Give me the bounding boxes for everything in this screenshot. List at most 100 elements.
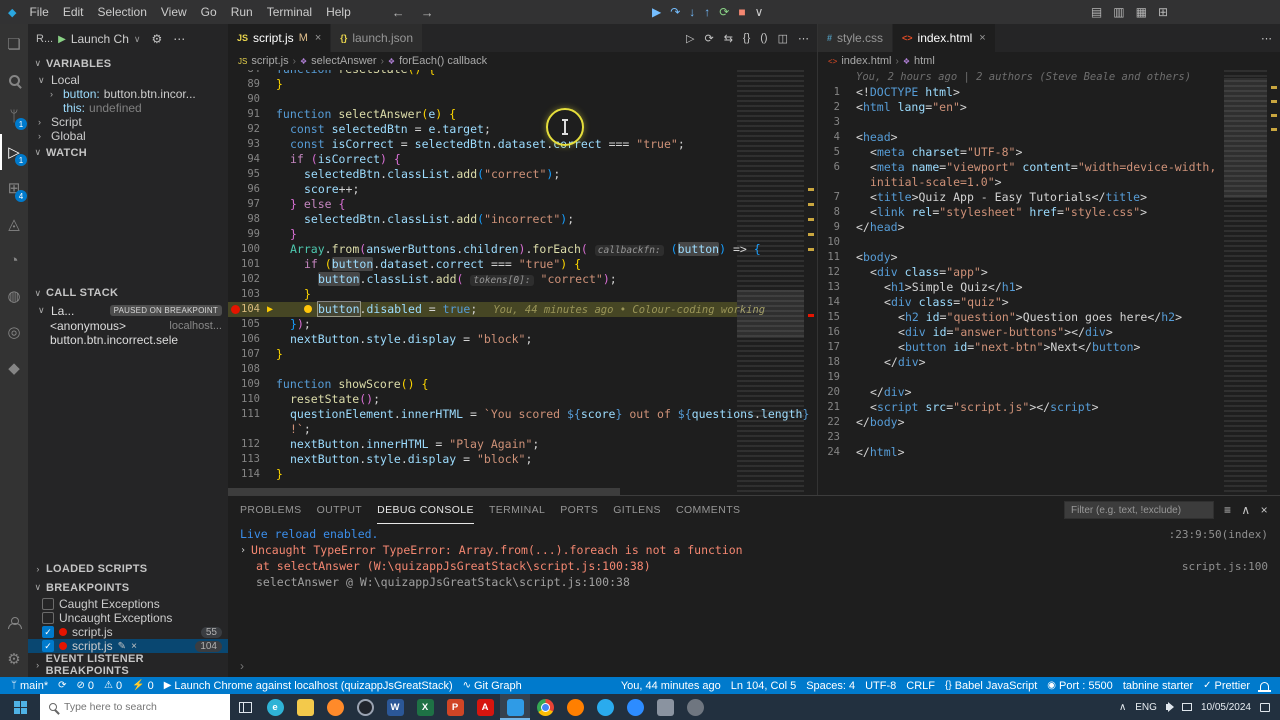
notification-center-icon[interactable]	[1260, 702, 1270, 712]
activity-settings[interactable]: ⚙	[0, 641, 28, 677]
call-stack-session[interactable]: ∨ La... PAUSED ON BREAKPOINT	[28, 303, 228, 319]
menu-help[interactable]: Help	[319, 0, 358, 24]
variable-row[interactable]: this: undefined	[28, 101, 228, 115]
menu-go[interactable]: Go	[194, 0, 224, 24]
code-line-3[interactable]: 3	[818, 115, 1224, 130]
tab-launch-json[interactable]: {} launch.json	[331, 24, 424, 52]
loaded-scripts-section-header[interactable]: › LOADED SCRIPTS	[28, 559, 228, 578]
status-sync[interactable]: ⟳	[53, 677, 71, 694]
code-line-111[interactable]: 111 questionElement.innerHTML = `You scor…	[228, 407, 809, 422]
code-line-110[interactable]: 110 resetState();	[228, 392, 737, 407]
code-line-97[interactable]: 97} else {	[228, 197, 737, 212]
activity-search[interactable]	[0, 62, 28, 98]
breadcrumb-item[interactable]: index.html	[841, 55, 891, 67]
start-button[interactable]	[0, 694, 40, 720]
code-line-106[interactable]: 106 nextButton.style.display = "block";	[228, 332, 737, 347]
start-debug-button[interactable]: ▶	[58, 34, 66, 45]
debug-step-out-button[interactable]: ↑	[704, 5, 710, 19]
language-indicator[interactable]: ENG	[1135, 702, 1157, 713]
taskbar-powerpoint-icon[interactable]: P	[440, 694, 470, 720]
activity-extensions[interactable]: ⊞ 4	[0, 170, 28, 206]
event-listener-breakpoints-section-header[interactable]: › EVENT LISTENER BREAKPOINTS	[28, 653, 228, 677]
horizontal-scrollbar[interactable]	[228, 488, 620, 495]
breakpoint-checkbox[interactable]: ✓	[42, 640, 54, 652]
menu-edit[interactable]: Edit	[56, 0, 91, 24]
maximize-panel-icon[interactable]: ∧	[1241, 503, 1250, 517]
code-line-95[interactable]: 95 selectedBtn.classList.add("correct");	[228, 167, 737, 182]
close-icon[interactable]: ×	[979, 32, 985, 44]
code-line-19[interactable]: 19	[818, 370, 1224, 385]
source-link[interactable]: :23:9:50(index)	[1169, 528, 1268, 541]
variables-scope-local[interactable]: ∨ Local	[28, 73, 228, 87]
taskbar-edge-icon[interactable]: e	[260, 694, 290, 720]
toggle-panel-icon[interactable]: ▤	[1091, 5, 1102, 19]
code-line-17[interactable]: 17 <button id="next-btn">Next</button>	[818, 340, 1224, 355]
console-line[interactable]: › Uncaught TypeError TypeError: Array.fro…	[240, 542, 1268, 558]
code-line-16[interactable]: 16 <div id="answer-buttons"></div>	[818, 325, 1224, 340]
taskbar-task-view-icon[interactable]	[230, 694, 260, 720]
panel-tab-problems[interactable]: PROBLEMS	[240, 496, 302, 524]
more-actions-icon[interactable]: ⋯	[1261, 32, 1272, 45]
close-panel-icon[interactable]: ×	[1261, 503, 1268, 517]
code-line-100[interactable]: 100 Array.from(answerButtons.children).fo…	[228, 242, 761, 257]
code-line-wrap[interactable]: initial-scale=1.0">	[818, 175, 1224, 190]
code-line-91[interactable]: 91 function selectAnswer(e) {	[228, 107, 737, 122]
tab-index-html[interactable]: <> index.html ×	[893, 24, 996, 52]
console-filter-input[interactable]	[1063, 501, 1214, 519]
status-notifications[interactable]	[1255, 677, 1274, 694]
breakpoints-section-header[interactable]: ∨ BREAKPOINTS	[28, 578, 228, 597]
code-line-90[interactable]: 90	[228, 92, 737, 107]
activity-explorer[interactable]: ❏	[0, 26, 28, 62]
forward-icon[interactable]: →	[421, 5, 434, 20]
code-line-23[interactable]: 23	[818, 430, 1224, 445]
status-indentation[interactable]: Spaces: 4	[801, 677, 860, 694]
code-line-1[interactable]: 1 <!DOCTYPE html>	[818, 85, 1224, 100]
status-live-server-port[interactable]: ◉ Port : 5500	[1042, 677, 1118, 694]
debug-continue-button[interactable]: ▶	[652, 5, 661, 19]
back-icon[interactable]: ←	[392, 5, 405, 20]
breadcrumb-item[interactable]: selectAnswer	[311, 55, 376, 67]
chevron-down-icon[interactable]: ∨	[134, 34, 141, 45]
status-debug-launch-config[interactable]: ▶ Launch Chrome against localhost (quizap…	[159, 677, 458, 694]
taskbar-vlc-icon[interactable]	[560, 694, 590, 720]
status-git-branch[interactable]: ᛘ main*	[6, 677, 53, 694]
code-line-104[interactable]: 104 ▶ button.disabled = true; You, 44 minut…	[228, 301, 765, 317]
debug-more-button[interactable]: ∨	[755, 5, 764, 19]
code-line-93[interactable]: 93 const isCorrect = selectedBtn.dataset.…	[228, 137, 737, 152]
variable-row[interactable]: › button: button.btn.incor...	[28, 87, 228, 101]
status-prettier[interactable]: ✓ Prettier	[1198, 677, 1255, 694]
watch-section-header[interactable]: ∨ WATCH	[28, 143, 228, 162]
taskbar-telegram-icon[interactable]	[590, 694, 620, 720]
minimap-slider[interactable]	[737, 290, 804, 338]
code-line-11[interactable]: 11 <body>	[818, 250, 1224, 265]
taskbar-excel-icon[interactable]: X	[410, 694, 440, 720]
taskbar-firefox-icon[interactable]	[320, 694, 350, 720]
code-line-21[interactable]: 21 <script src="script.js"></script>	[818, 400, 1224, 415]
breakpoint-row[interactable]: Uncaught Exceptions	[28, 611, 228, 625]
taskbar-settings-app-icon[interactable]	[680, 694, 710, 720]
variables-scope-script[interactable]: › Script	[28, 115, 228, 129]
volume-icon[interactable]	[1165, 702, 1174, 712]
tray-expand-icon[interactable]: ∧	[1119, 702, 1126, 713]
clock-date[interactable]: 10/05/2024	[1201, 702, 1251, 713]
code-line-105[interactable]: 105});	[228, 317, 737, 332]
taskbar-vscode-icon[interactable]	[500, 694, 530, 720]
code-line-102[interactable]: 102 button.classList.add( tokens[0]: "cor…	[228, 272, 737, 287]
debug-step-into-button[interactable]: ↓	[689, 5, 695, 19]
taskbar-file-explorer-icon[interactable]	[290, 694, 320, 720]
debug-console-input-prompt[interactable]: ›	[240, 659, 244, 673]
call-stack-frame[interactable]: <anonymous> localhost...	[28, 319, 228, 333]
menu-selection[interactable]: Selection	[91, 0, 154, 24]
live-reload-icon[interactable]: ⟳	[704, 32, 713, 45]
activity-live-share[interactable]: ◎	[0, 314, 28, 350]
console-log-braces-icon[interactable]: {}	[743, 32, 750, 44]
panel-tab-terminal[interactable]: TERMINAL	[489, 496, 545, 524]
code-line-109[interactable]: 109 function showScore() {	[228, 377, 737, 392]
breakpoint-row[interactable]: Caught Exceptions	[28, 597, 228, 611]
split-editor-icon[interactable]: ◫	[778, 32, 788, 45]
status-warnings[interactable]: ⚠ 0	[99, 677, 127, 694]
code-line-94[interactable]: 94 if (isCorrect) {	[228, 152, 737, 167]
code-line-96[interactable]: 96 score++;	[228, 182, 737, 197]
code-line-5[interactable]: 5 <meta charset="UTF-8">	[818, 145, 1224, 160]
code-line-89[interactable]: 89}	[228, 77, 737, 92]
